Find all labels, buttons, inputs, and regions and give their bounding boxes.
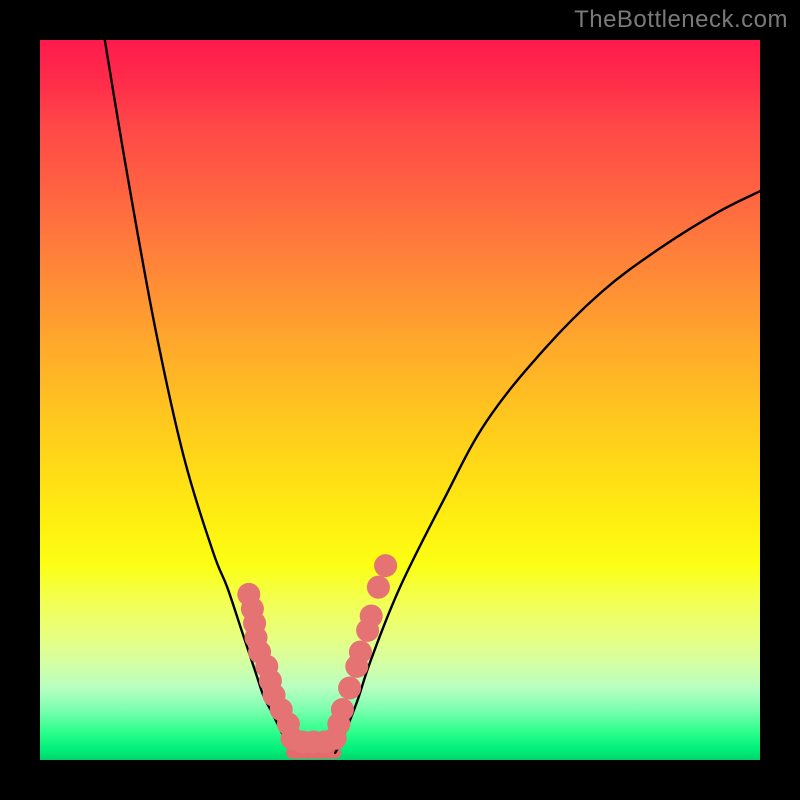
marker-dot [367, 576, 390, 599]
series-curve-right [335, 191, 760, 753]
chart-stage: TheBottleneck.com [0, 0, 800, 800]
marker-dot [338, 676, 361, 699]
plot-area [40, 40, 760, 760]
marker-dot [331, 698, 354, 721]
watermark-text: TheBottleneck.com [574, 6, 788, 34]
series-layer [105, 40, 760, 753]
marker-dot [360, 604, 383, 627]
series-curve-left [105, 40, 299, 753]
chart-svg [40, 40, 760, 760]
marker-dot [349, 640, 372, 663]
marker-dot [374, 554, 397, 577]
